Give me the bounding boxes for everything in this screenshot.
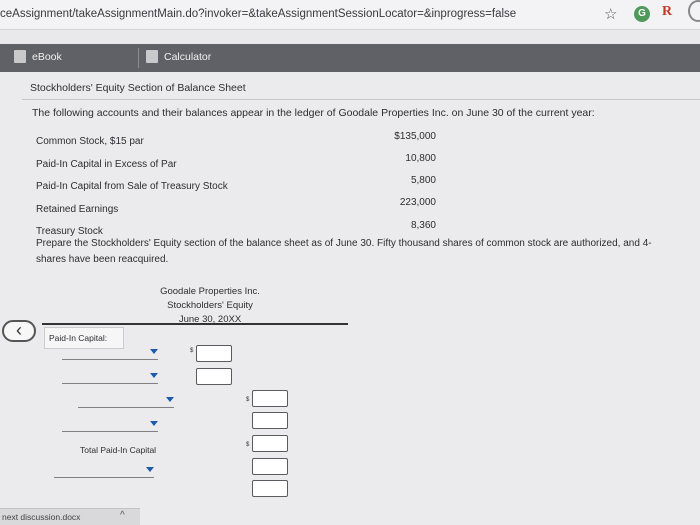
statement-company: Goodale Properties Inc. (160, 286, 260, 297)
account-value: 10,800 (405, 153, 436, 164)
account-dropdown[interactable] (62, 344, 158, 360)
account-name: Retained Earnings (36, 204, 119, 215)
chevron-down-icon (150, 349, 158, 354)
download-filename: next discussion.docx (2, 512, 81, 522)
download-item[interactable]: next discussion.docx ^ (0, 508, 140, 525)
assignment-toolbar: eBook Calculator (0, 44, 700, 72)
amount-input[interactable] (252, 480, 288, 497)
problem-content: Stockholders' Equity Section of Balance … (0, 72, 700, 525)
previous-button[interactable]: ‹ (2, 320, 36, 342)
toolbar-divider (138, 48, 139, 68)
url-text[interactable]: ceAssignment/takeAssignmentMain.do?invok… (0, 8, 516, 20)
chevron-down-icon (150, 421, 158, 426)
dollar-sign: $ (246, 442, 250, 448)
account-dropdown[interactable] (62, 416, 158, 432)
book-icon (14, 50, 26, 63)
instructions-line: shares have been reacquired. (36, 254, 169, 265)
chevron-down-icon (146, 467, 154, 472)
account-dropdown[interactable] (54, 462, 154, 478)
account-dropdown[interactable] (78, 392, 174, 408)
problem-instructions: Prepare the Stockholders' Equity section… (36, 236, 700, 268)
amount-input[interactable] (252, 390, 288, 407)
account-dropdown[interactable] (62, 368, 158, 384)
total-paid-in-capital-label: Total Paid-In Capital (80, 445, 157, 455)
problem-title: Stockholders' Equity Section of Balance … (30, 82, 246, 94)
dollar-sign: $ (190, 348, 194, 354)
problem-intro: The following accounts and their balance… (32, 107, 595, 119)
amount-input[interactable] (196, 345, 232, 362)
amount-input[interactable] (196, 368, 232, 385)
account-name: Paid-In Capital from Sale of Treasury St… (36, 181, 228, 192)
extension-r-icon[interactable]: R (662, 4, 672, 20)
account-name: Paid-In Capital in Excess of Par (36, 159, 177, 170)
amount-input[interactable] (252, 458, 288, 475)
statement-heading-rule (42, 323, 348, 325)
amount-input[interactable] (252, 435, 288, 452)
chevron-down-icon (150, 373, 158, 378)
amount-input[interactable] (252, 412, 288, 429)
ebook-label: eBook (32, 50, 62, 63)
dollar-sign: $ (246, 397, 250, 403)
calculator-icon (146, 50, 158, 63)
chevron-down-icon (166, 397, 174, 402)
account-value: 5,800 (410, 175, 436, 186)
statement-name: Stockholders' Equity (167, 300, 253, 311)
browser-address-bar[interactable]: ceAssignment/takeAssignmentMain.do?invok… (0, 0, 700, 30)
profile-icon[interactable] (688, 0, 700, 22)
instructions-line: Prepare the Stockholders' Equity section… (36, 238, 652, 249)
account-value: 8,360 (410, 220, 436, 231)
extension-g-icon[interactable]: G (634, 6, 650, 22)
calculator-button[interactable]: Calculator (146, 50, 211, 63)
title-divider (22, 99, 700, 100)
account-value: $135,000 (394, 131, 436, 142)
chevron-up-icon[interactable]: ^ (120, 510, 125, 521)
account-value: 223,000 (399, 197, 436, 208)
account-name: Common Stock, $15 par (36, 136, 144, 147)
star-icon[interactable]: ☆ (604, 5, 617, 23)
ebook-button[interactable]: eBook (14, 50, 62, 63)
calculator-label: Calculator (164, 50, 212, 63)
